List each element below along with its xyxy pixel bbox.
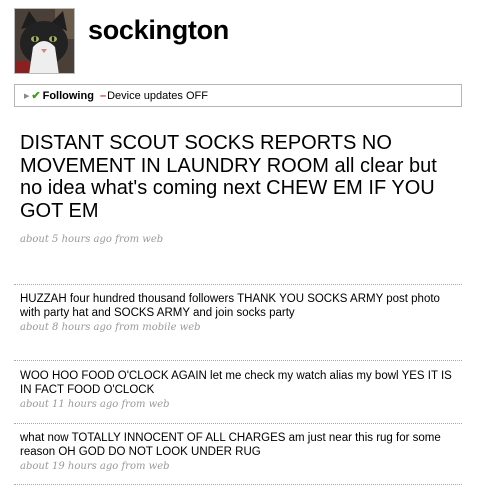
device-updates-off-icon: – — [99, 89, 107, 102]
divider — [14, 484, 462, 485]
profile-username: sockington — [88, 15, 230, 45]
device-updates-toggle[interactable]: Device updates OFF — [107, 90, 208, 102]
tweet-text: WOO HOO FOOD O'CLOCK AGAIN let me check … — [20, 370, 452, 396]
expand-triangle-icon[interactable]: ▶ — [24, 92, 29, 100]
timeline-item: WOO HOO FOOD O'CLOCK AGAIN let me check … — [20, 370, 460, 410]
tweet-meta[interactable]: about 19 hours ago from web — [20, 461, 460, 472]
tweet-meta[interactable]: about 8 hours ago from mobile web — [20, 322, 460, 333]
follow-status-bar: ▶ ✔ Following – Device updates OFF — [14, 84, 462, 107]
latest-tweet-meta[interactable]: about 5 hours ago from web — [20, 234, 450, 245]
check-icon: ✔ — [31, 90, 41, 102]
tweet-text: HUZZAH four hundred thousand followers T… — [20, 293, 440, 319]
tweet-text: what now TOTALLY INNOCENT OF ALL CHARGES… — [20, 432, 441, 458]
cat-avatar-icon — [15, 9, 74, 73]
latest-tweet-text: DISTANT SCOUT SOCKS REPORTS NO MOVEMENT … — [20, 132, 437, 222]
timeline-item: HUZZAH four hundred thousand followers T… — [20, 293, 460, 333]
divider — [14, 360, 462, 361]
following-status[interactable]: Following — [43, 90, 94, 102]
divider — [14, 284, 462, 285]
divider — [14, 423, 462, 424]
timeline-item: what now TOTALLY INNOCENT OF ALL CHARGES… — [20, 432, 460, 472]
profile-avatar[interactable] — [14, 8, 75, 74]
latest-tweet: DISTANT SCOUT SOCKS REPORTS NO MOVEMENT … — [20, 132, 450, 245]
tweet-meta[interactable]: about 11 hours ago from web — [20, 399, 460, 410]
